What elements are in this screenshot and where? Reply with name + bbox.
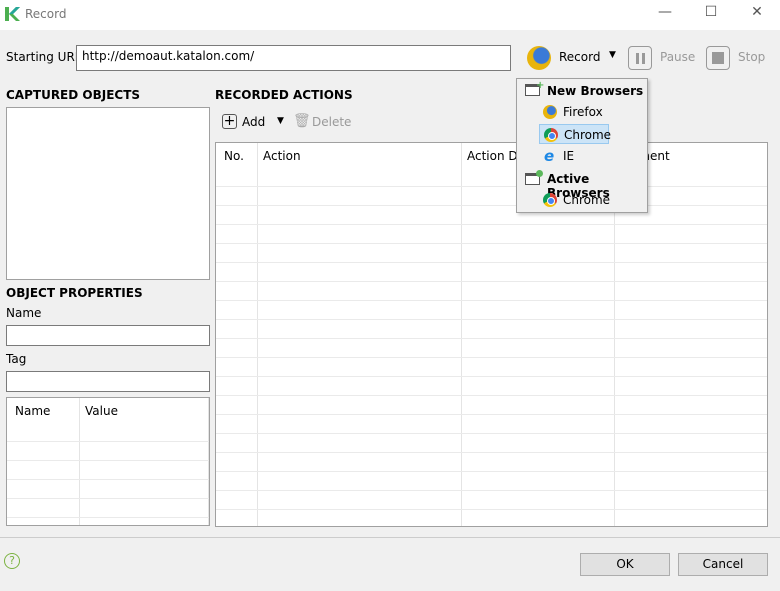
row-divider: [216, 224, 767, 225]
column-header-action[interactable]: Action: [263, 149, 301, 163]
starting-url-label: Starting URL: [6, 50, 82, 64]
firefox-icon[interactable]: [527, 46, 551, 70]
new-browsers-header: New Browsers: [547, 84, 644, 98]
pause-button[interactable]: Pause: [660, 50, 695, 64]
tag-label: Tag: [6, 352, 27, 366]
recorded-actions-table[interactable]: No. Action Action Data Element: [215, 142, 768, 527]
starting-url-value: http://demoaut.katalon.com/: [82, 49, 255, 63]
menu-item-chrome[interactable]: Chrome: [539, 124, 611, 144]
menu-item-active-chrome[interactable]: Chrome: [539, 190, 610, 210]
add-button[interactable]: Add: [242, 115, 265, 129]
column-header-no[interactable]: No.: [224, 149, 244, 163]
pause-icon[interactable]: [628, 46, 652, 70]
captured-objects-title: CAPTURED OBJECTS: [6, 88, 141, 102]
stop-icon[interactable]: [706, 46, 730, 70]
row-divider: [216, 452, 767, 453]
row-divider: [216, 357, 767, 358]
captured-objects-tree[interactable]: [6, 107, 210, 280]
row-divider: [216, 319, 767, 320]
row-divider: [216, 338, 767, 339]
add-dropdown-arrow-icon[interactable]: ▼: [277, 116, 284, 126]
delete-button[interactable]: Delete: [312, 115, 351, 129]
row-divider: [216, 395, 767, 396]
row-divider: [216, 186, 767, 187]
trash-icon: 🗑: [293, 113, 311, 129]
chrome-icon: [544, 128, 558, 142]
row-divider: [216, 281, 767, 282]
maximize-button[interactable]: ☐: [696, 4, 726, 24]
footer-divider: [0, 537, 780, 538]
column-header-name[interactable]: Name: [15, 404, 50, 418]
stop-button[interactable]: Stop: [738, 50, 765, 64]
row-divider: [216, 471, 767, 472]
name-label: Name: [6, 306, 42, 320]
column-header-value[interactable]: Value: [85, 404, 118, 418]
browser-dropdown-menu: + New Browsers Firefox Chrome e IE Active…: [516, 78, 648, 213]
minimize-button[interactable]: —: [650, 4, 680, 24]
name-input[interactable]: [6, 325, 210, 346]
starting-url-input[interactable]: http://demoaut.katalon.com/: [76, 45, 511, 71]
ie-icon: e: [544, 147, 555, 165]
title-bar: Record — ☐ ✕: [0, 0, 780, 30]
cancel-button[interactable]: Cancel: [678, 553, 768, 576]
row-divider: [216, 376, 767, 377]
firefox-icon: [543, 105, 557, 119]
ok-button[interactable]: OK: [580, 553, 670, 576]
row-divider: [216, 414, 767, 415]
row-divider: [216, 300, 767, 301]
object-properties-title: OBJECT PROPERTIES: [6, 286, 143, 300]
help-icon[interactable]: ?: [4, 553, 20, 569]
tag-input[interactable]: [6, 371, 210, 392]
menu-item-firefox[interactable]: Firefox: [539, 102, 609, 122]
row-divider: [216, 433, 767, 434]
record-button[interactable]: Record: [559, 50, 600, 64]
close-button[interactable]: ✕: [742, 4, 772, 24]
row-divider: [216, 509, 767, 510]
row-divider: [216, 205, 767, 206]
window-title: Record: [25, 7, 67, 21]
katalon-logo-icon: [5, 7, 20, 21]
row-divider: [216, 262, 767, 263]
recorded-actions-title: RECORDED ACTIONS: [215, 88, 353, 102]
row-divider: [216, 490, 767, 491]
chrome-icon: [543, 193, 557, 207]
menu-item-ie[interactable]: e IE: [539, 146, 609, 166]
row-divider: [216, 243, 767, 244]
record-dropdown-arrow-icon[interactable]: ▼: [609, 50, 616, 60]
properties-table[interactable]: Name Value: [6, 397, 210, 526]
add-icon[interactable]: +: [222, 114, 237, 129]
